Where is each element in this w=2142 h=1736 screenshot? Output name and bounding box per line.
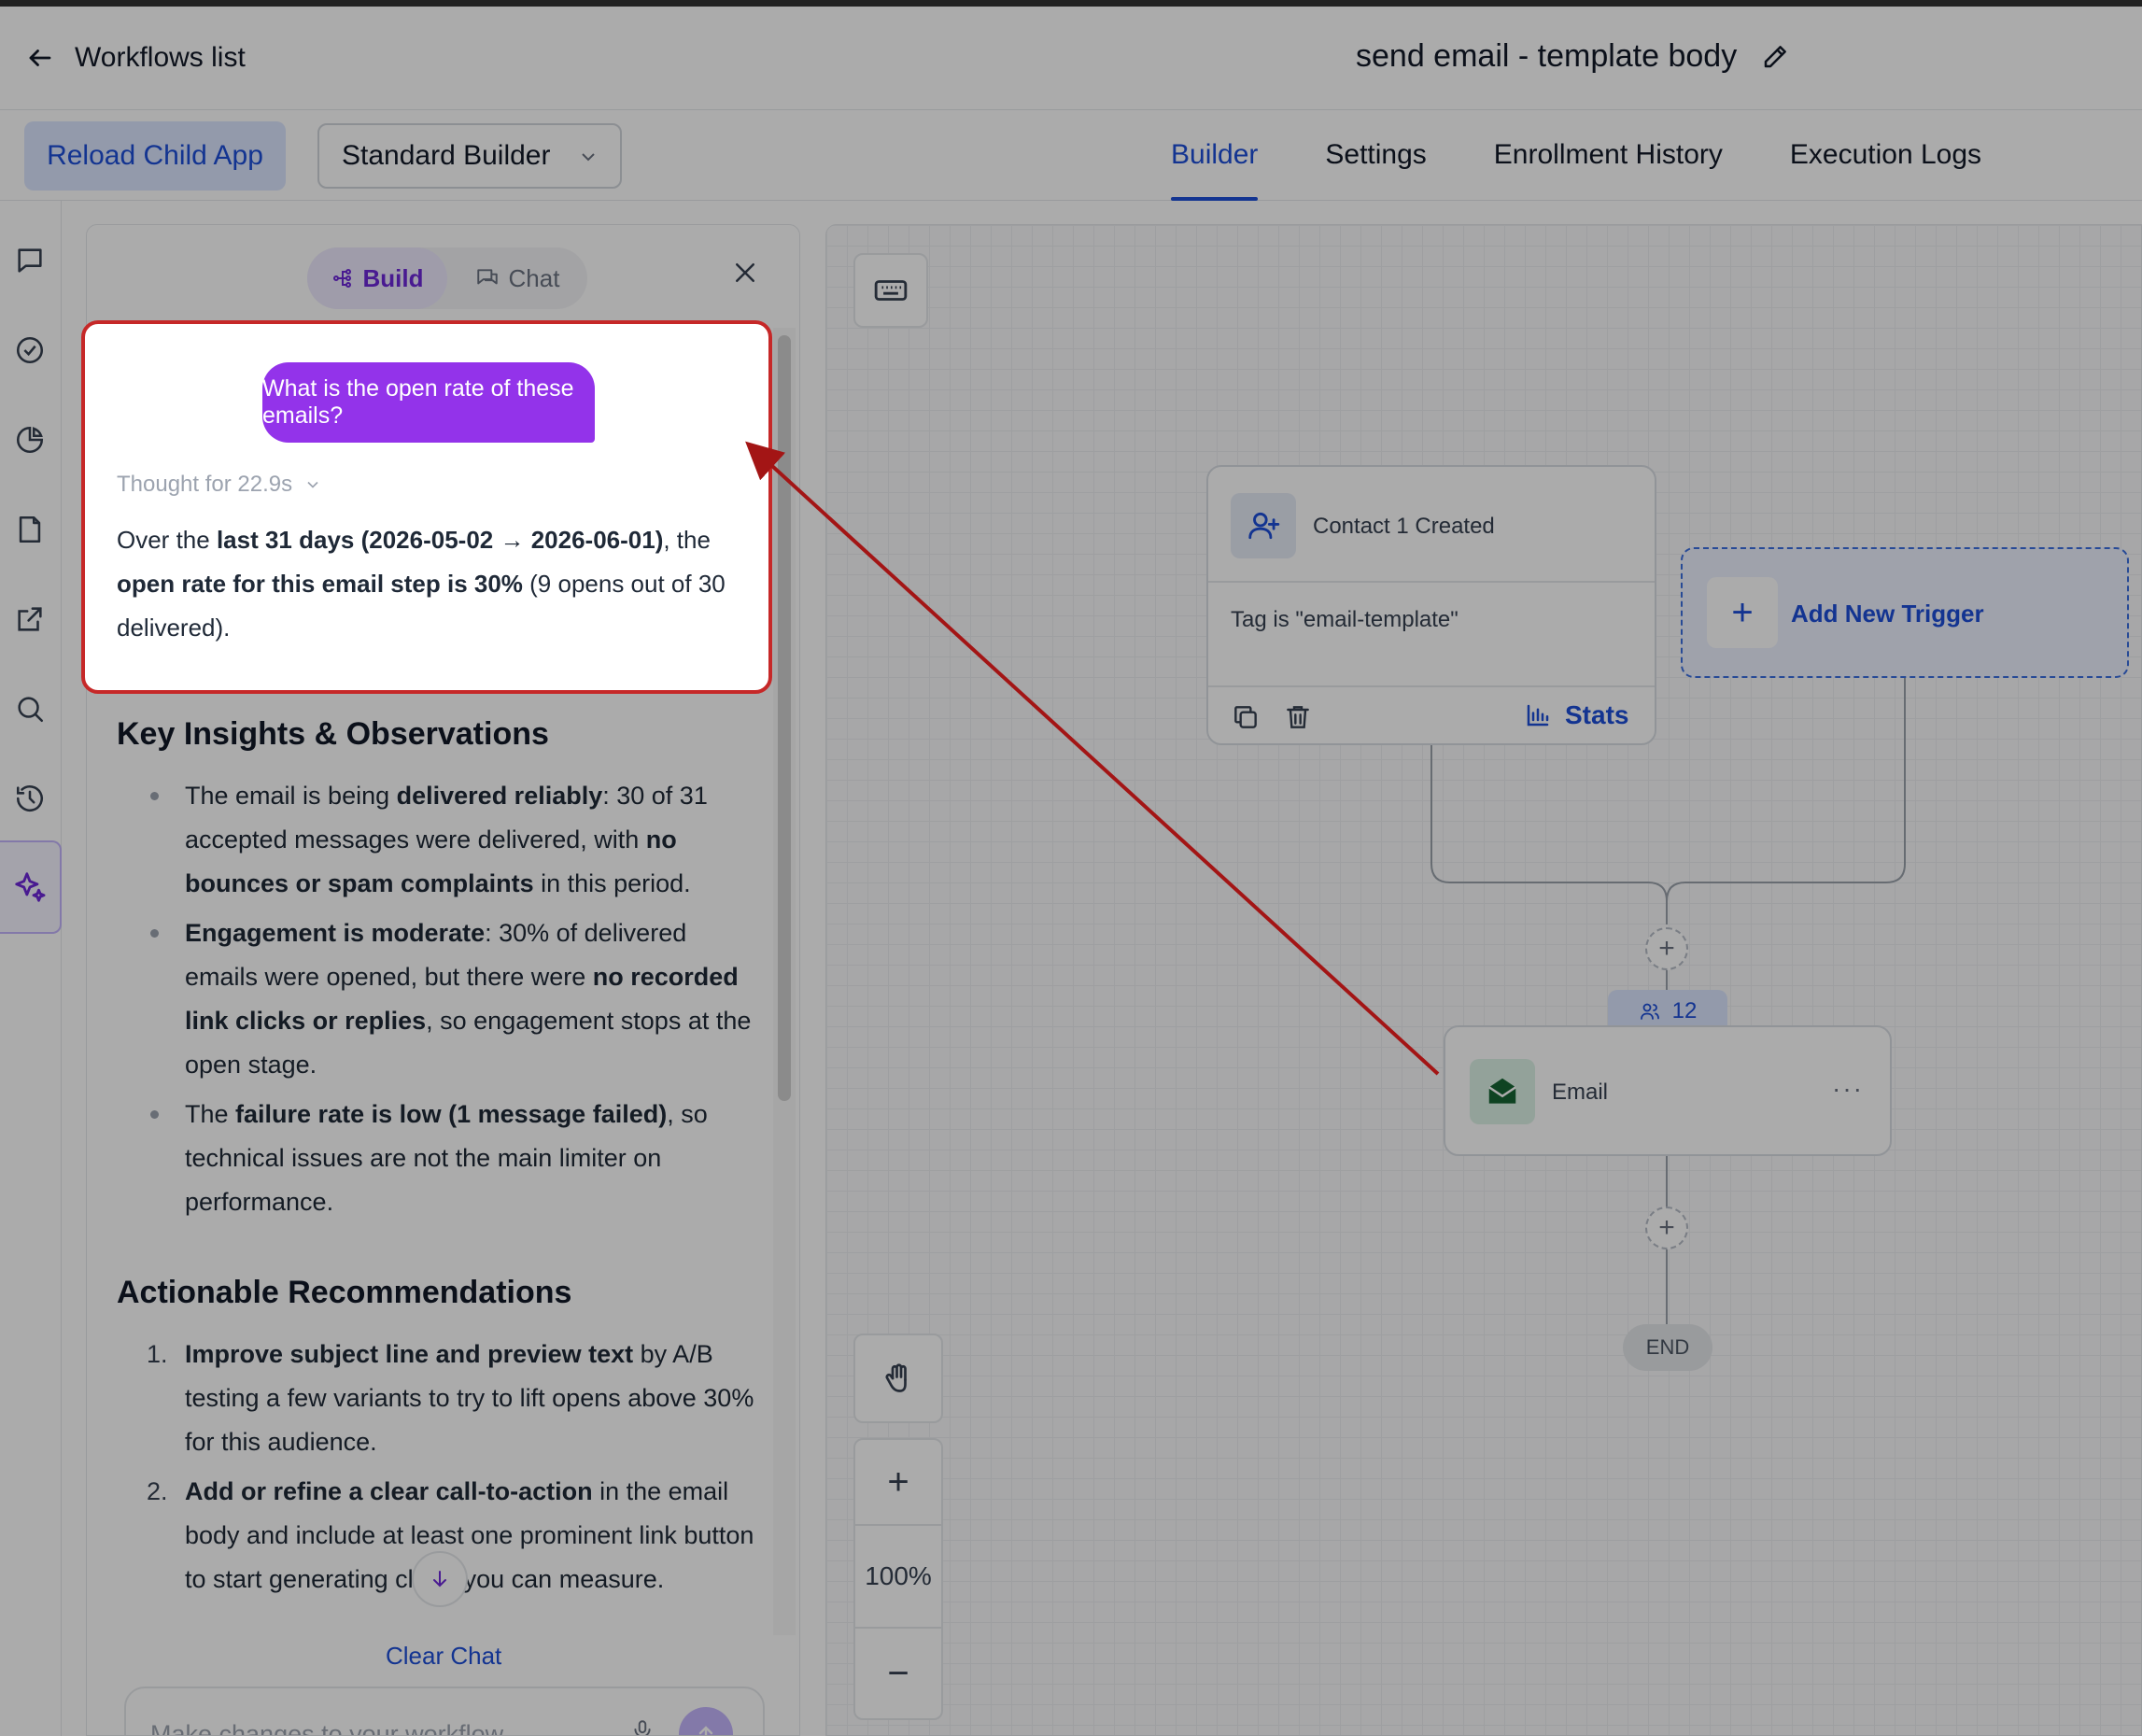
annotation-arrow (745, 441, 1440, 1076)
